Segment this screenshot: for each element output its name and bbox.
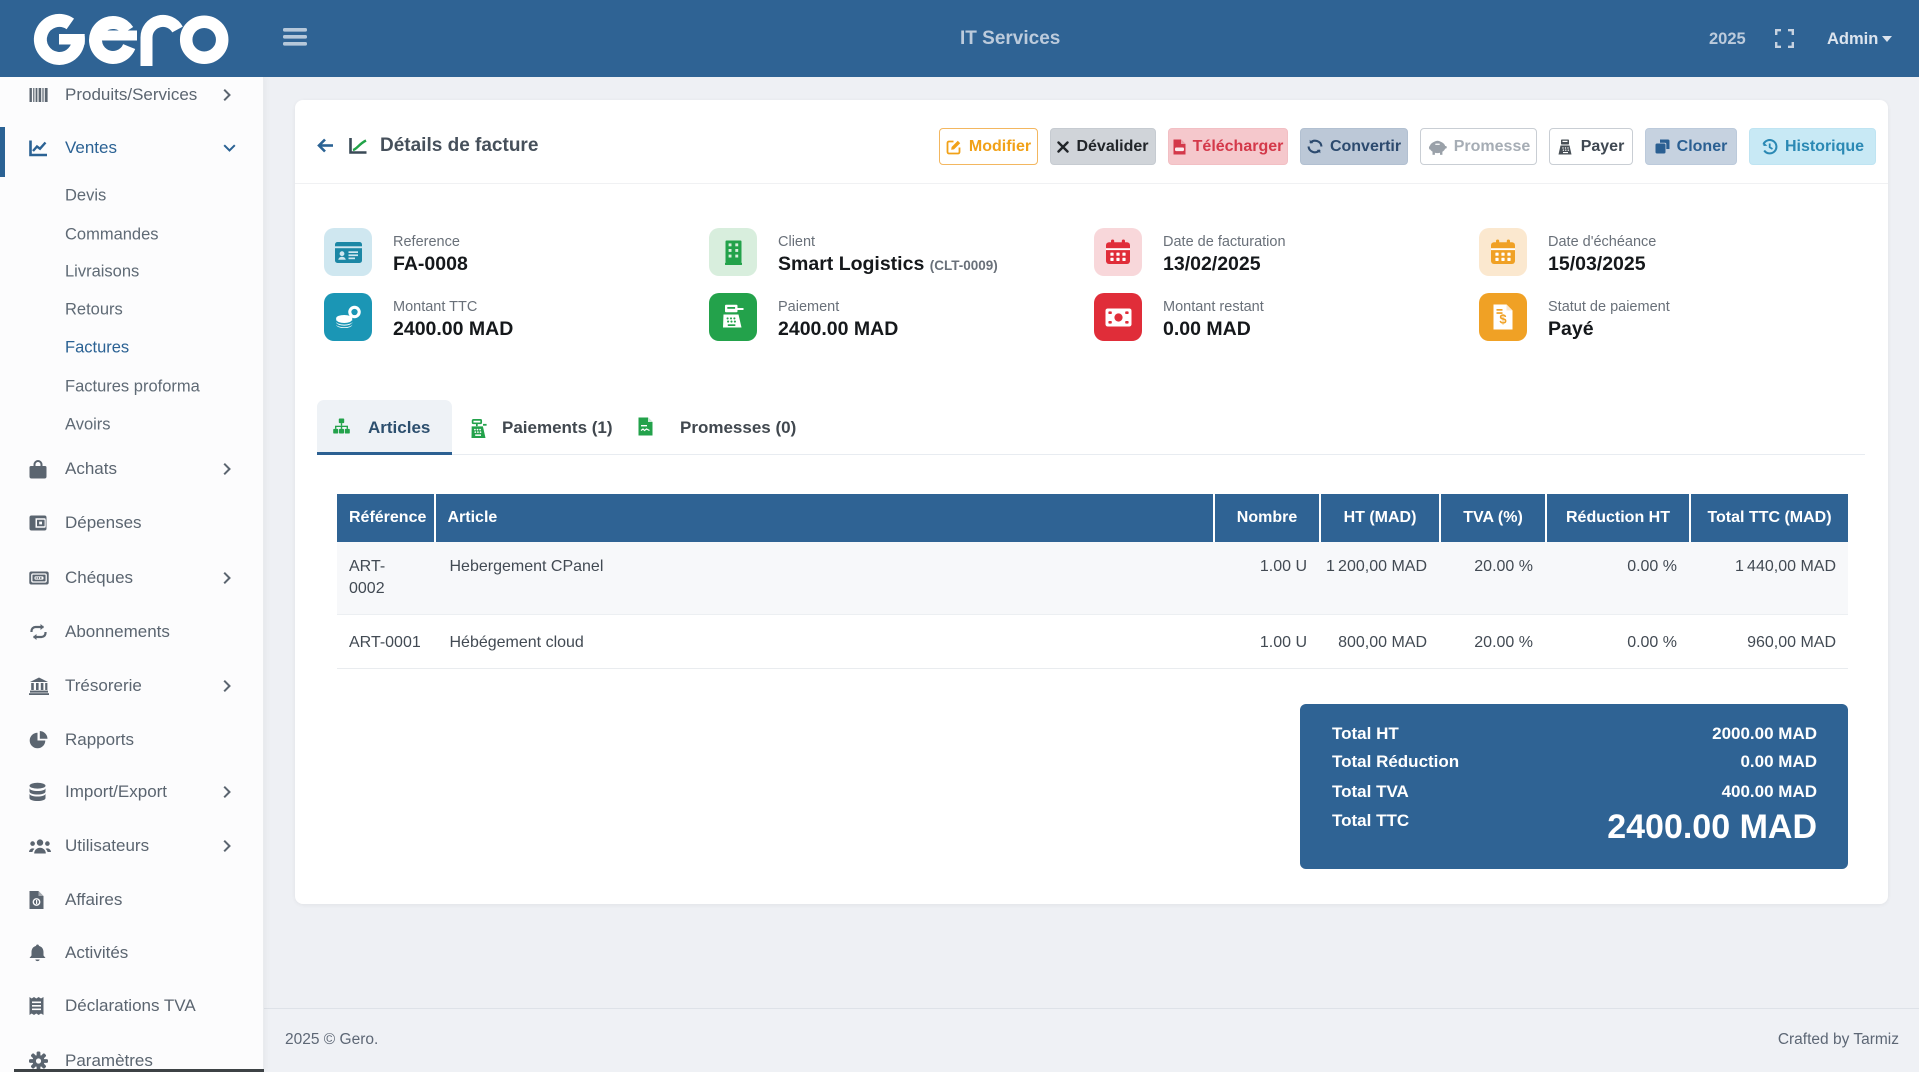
svg-text:$: $ — [1499, 312, 1507, 327]
